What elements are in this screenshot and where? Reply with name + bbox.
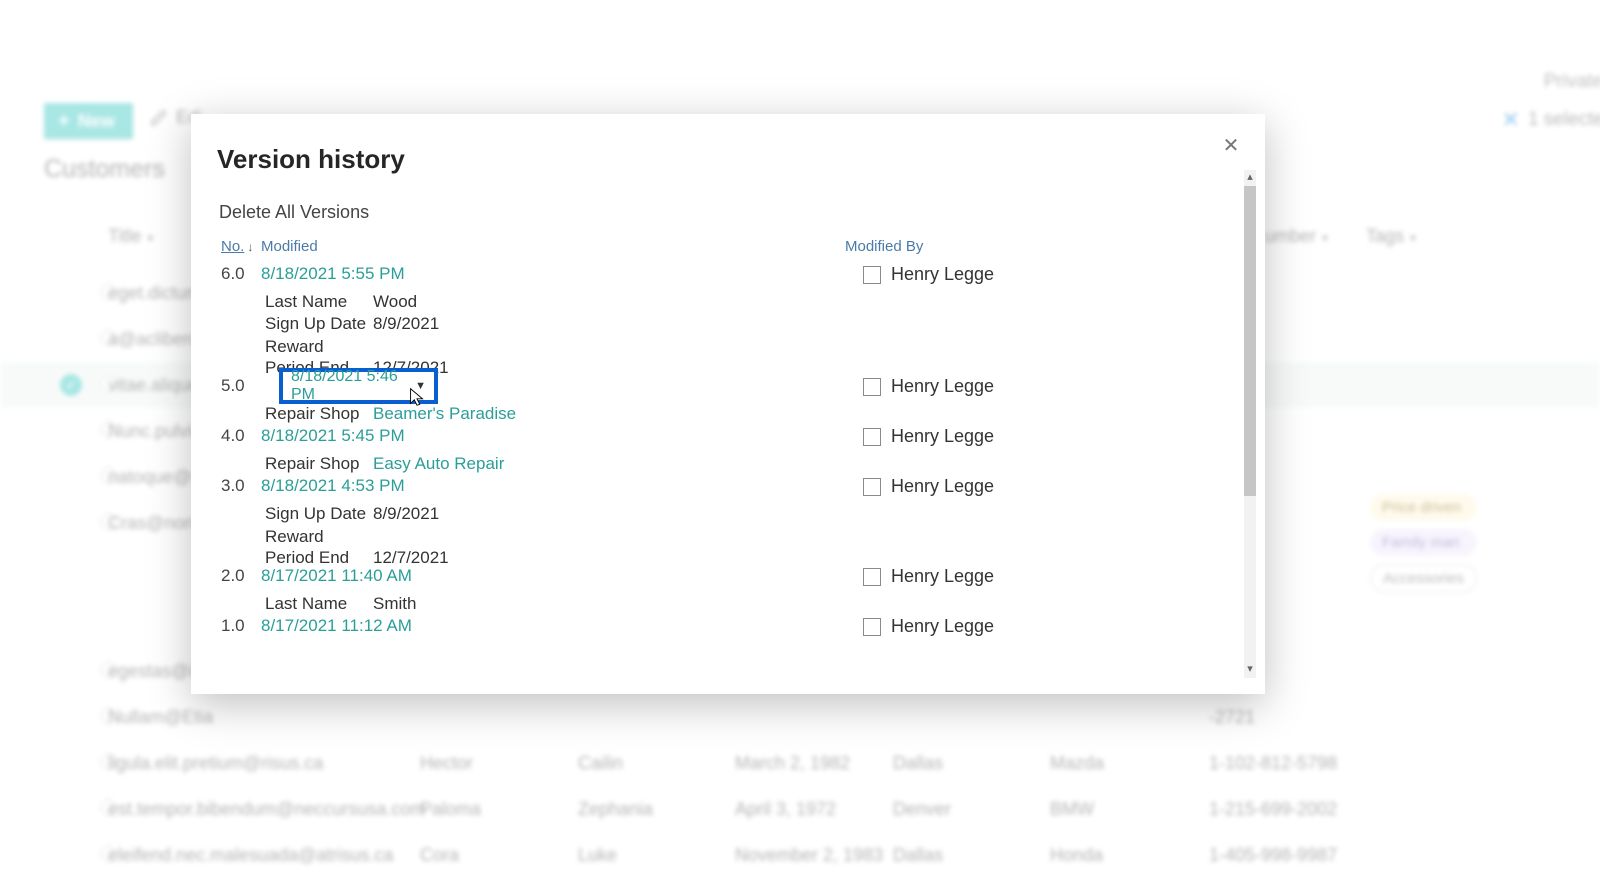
column-header-modified-by[interactable]: Modified By bbox=[845, 238, 923, 255]
close-button[interactable]: ✕ bbox=[1217, 132, 1245, 160]
field-value: 8/9/2021 bbox=[373, 314, 439, 334]
version-date-link[interactable]: 8/18/2021 5:55 PM bbox=[261, 264, 405, 284]
scroll-up-icon[interactable]: ▴ bbox=[1244, 170, 1256, 186]
user-placeholder-icon bbox=[863, 266, 881, 284]
field-value: Smith bbox=[373, 594, 416, 614]
column-header-modified[interactable]: Modified bbox=[261, 238, 318, 255]
scroll-thumb[interactable] bbox=[1244, 186, 1256, 496]
version-modified-by: Henry Legge bbox=[863, 376, 994, 397]
field-label: Repair Shop bbox=[265, 454, 373, 474]
field-label: Sign Up Date bbox=[265, 504, 373, 524]
version-date-link[interactable]: 8/17/2021 11:12 AM bbox=[261, 616, 412, 636]
version-number: 2.0 bbox=[221, 566, 245, 586]
field-label: Sign Up Date bbox=[265, 314, 373, 334]
version-field: Sign Up Date8/9/2021 bbox=[265, 504, 439, 524]
field-value-link[interactable]: Beamer's Paradise bbox=[373, 404, 516, 424]
user-placeholder-icon bbox=[863, 568, 881, 586]
version-modified-by: Henry Legge bbox=[863, 566, 994, 587]
version-number: 4.0 bbox=[221, 426, 245, 446]
modal-scrollbar[interactable]: ▴ ▾ bbox=[1244, 186, 1256, 662]
user-placeholder-icon bbox=[863, 378, 881, 396]
version-number: 3.0 bbox=[221, 476, 245, 496]
version-number: 1.0 bbox=[221, 616, 245, 636]
delete-all-versions-link[interactable]: Delete All Versions bbox=[219, 202, 369, 223]
user-name: Henry Legge bbox=[891, 616, 994, 637]
version-date-link[interactable]: 8/18/2021 5:45 PM bbox=[261, 426, 405, 446]
user-name: Henry Legge bbox=[891, 376, 994, 397]
user-placeholder-icon bbox=[863, 618, 881, 636]
version-history-modal: Version history ✕ Delete All Versions No… bbox=[191, 114, 1265, 694]
version-date-link[interactable]: 8/18/2021 4:53 PM bbox=[261, 476, 405, 496]
version-number: 6.0 bbox=[221, 264, 245, 284]
field-label: Last Name bbox=[265, 594, 373, 614]
version-modified-by: Henry Legge bbox=[863, 476, 994, 497]
user-name: Henry Legge bbox=[891, 426, 994, 447]
version-date-label: 8/18/2021 5:46 PM bbox=[291, 368, 415, 404]
version-modified-by: Henry Legge bbox=[863, 426, 994, 447]
version-field: Repair ShopEasy Auto Repair bbox=[265, 454, 504, 474]
field-label: Repair Shop bbox=[265, 404, 373, 424]
version-field: Repair ShopBeamer's Paradise bbox=[265, 404, 516, 424]
version-date-link[interactable]: 8/17/2021 11:40 AM bbox=[261, 566, 412, 586]
version-field: Last NameSmith bbox=[265, 594, 416, 614]
modal-title: Version history bbox=[217, 144, 405, 175]
user-placeholder-icon bbox=[863, 428, 881, 446]
version-field: Last NameWood bbox=[265, 292, 417, 312]
user-placeholder-icon bbox=[863, 478, 881, 496]
column-header-no[interactable]: No.↓ bbox=[221, 238, 253, 255]
scroll-down-icon[interactable]: ▾ bbox=[1244, 662, 1256, 678]
field-value: Wood bbox=[373, 292, 417, 312]
field-value: 8/9/2021 bbox=[373, 504, 439, 524]
version-modified-by: Henry Legge bbox=[863, 264, 994, 285]
field-label: Reward Period End bbox=[265, 526, 373, 569]
version-field: Reward Period End12/7/2021 bbox=[265, 526, 449, 569]
field-value-link[interactable]: Easy Auto Repair bbox=[373, 454, 504, 474]
user-name: Henry Legge bbox=[891, 476, 994, 497]
version-number: 5.0 bbox=[221, 376, 245, 396]
user-name: Henry Legge bbox=[891, 566, 994, 587]
user-name: Henry Legge bbox=[891, 264, 994, 285]
version-modified-by: Henry Legge bbox=[863, 616, 994, 637]
sort-desc-icon: ↓ bbox=[247, 240, 253, 254]
field-label: Last Name bbox=[265, 292, 373, 312]
version-field: Sign Up Date8/9/2021 bbox=[265, 314, 439, 334]
